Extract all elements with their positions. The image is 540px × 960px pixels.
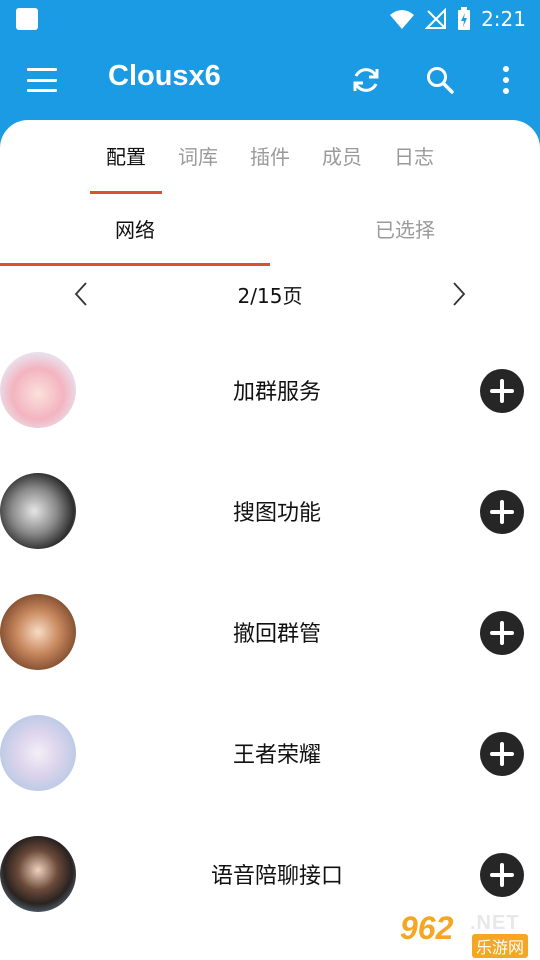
- add-icon[interactable]: [480, 853, 524, 897]
- item-label: 王者荣耀: [232, 743, 321, 768]
- no-signal-icon: [425, 8, 447, 29]
- content-panel: 配置 词库 插件 成员 日志 网络 已选择 2/15页 加群服务 搜图功能 撤回…: [0, 120, 540, 960]
- list-item[interactable]: 撤回群管: [0, 572, 540, 693]
- watermark-site: 乐游网: [472, 934, 529, 958]
- list-item[interactable]: 王者荣耀: [0, 693, 540, 814]
- watermark-number: 962: [400, 910, 454, 946]
- item-label: 加群服务: [232, 380, 321, 405]
- subtab-selected[interactable]: 已选择: [270, 210, 540, 266]
- tab-plugins[interactable]: 插件: [234, 140, 306, 194]
- add-icon[interactable]: [480, 369, 524, 413]
- plugin-list: 加群服务 搜图功能 撤回群管 王者荣耀 语音陪聊接口: [0, 330, 540, 935]
- menu-icon[interactable]: [24, 64, 60, 96]
- tab-members[interactable]: 成员: [306, 140, 378, 194]
- status-icons: 2:21: [389, 6, 526, 32]
- refresh-icon[interactable]: [346, 60, 386, 100]
- watermark-logo: 962 .NET 乐游网: [400, 910, 536, 958]
- search-icon[interactable]: [420, 60, 460, 100]
- tab-lexicon[interactable]: 词库: [162, 140, 234, 194]
- item-label: 搜图功能: [232, 501, 321, 526]
- add-icon[interactable]: [480, 490, 524, 534]
- list-item[interactable]: 搜图功能: [0, 451, 540, 572]
- item-label: 撤回群管: [232, 622, 321, 647]
- status-bar: 2:21: [0, 0, 540, 38]
- more-vert-icon[interactable]: [486, 60, 526, 100]
- add-icon[interactable]: [480, 732, 524, 776]
- sub-tabs: 网络 已选择: [0, 210, 540, 266]
- battery-charging-icon: [458, 7, 471, 30]
- app-bar: Clousx6: [0, 38, 540, 122]
- add-icon[interactable]: [480, 611, 524, 655]
- top-tabs: 配置 词库 插件 成员 日志: [90, 140, 450, 194]
- status-time: 2:21: [481, 7, 526, 31]
- item-label: 语音陪聊接口: [210, 864, 343, 889]
- pager: 2/15页: [0, 270, 540, 318]
- watermark-net: .NET: [470, 912, 520, 934]
- tab-config[interactable]: 配置: [90, 140, 162, 194]
- wifi-icon: [390, 10, 415, 29]
- subtab-network[interactable]: 网络: [0, 210, 270, 266]
- notification-icon: [16, 8, 38, 30]
- next-page-icon[interactable]: [444, 280, 472, 308]
- app-title: Clousx6: [108, 60, 221, 92]
- tab-logs[interactable]: 日志: [378, 140, 450, 194]
- list-item[interactable]: 加群服务: [0, 330, 540, 451]
